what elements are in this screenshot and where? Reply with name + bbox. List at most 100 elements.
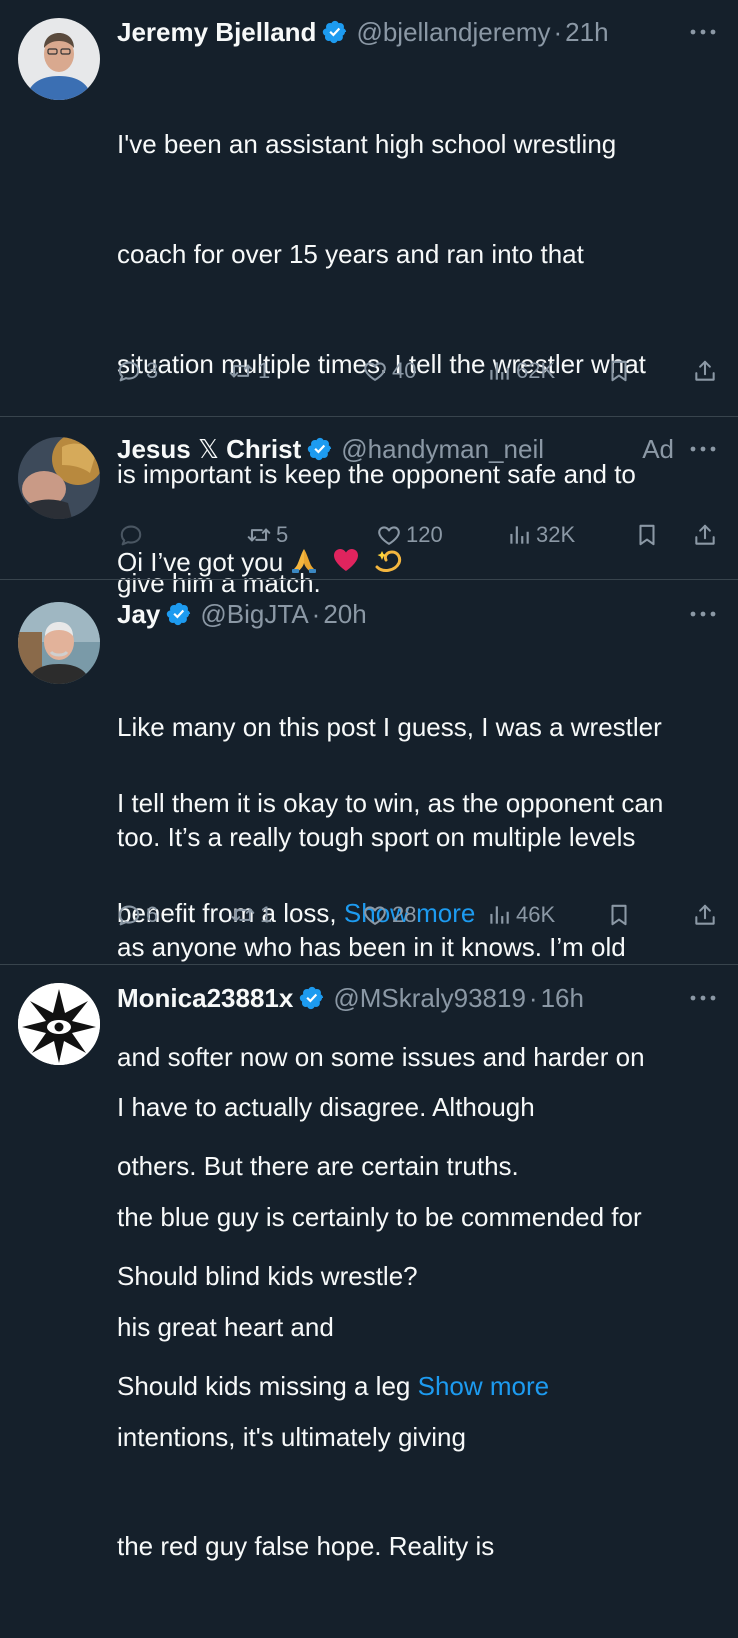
views-icon: [486, 902, 512, 928]
text-line: his great heart and: [117, 1311, 334, 1342]
display-name[interactable]: Jesus 𝕏 Christ: [117, 434, 301, 465]
share-icon: [692, 522, 718, 548]
text-line: Like many on this post I guess, I was a …: [117, 712, 662, 743]
bookmark-button[interactable]: [634, 515, 664, 555]
avatar[interactable]: [18, 437, 100, 519]
retweet-count: 5: [276, 522, 289, 547]
bookmark-icon: [634, 522, 660, 548]
tweet-header: Jesus 𝕏 Christ @handyman_neil Ad: [117, 431, 718, 467]
like-icon: [362, 358, 388, 384]
like-icon: [362, 902, 388, 928]
avatar[interactable]: [18, 983, 100, 1065]
text-line: too. It’s a really tough sport on multip…: [117, 821, 636, 852]
share-button[interactable]: [692, 895, 722, 935]
display-name[interactable]: Jeremy Bjelland: [117, 17, 316, 48]
views-button[interactable]: 46K: [486, 895, 555, 935]
tweet-header: Monica23881x @MSkraly93819 · 16h: [117, 980, 718, 1016]
view-count: 32K: [536, 522, 576, 547]
more-options-icon[interactable]: [688, 609, 718, 619]
separator-dot: ·: [311, 598, 321, 629]
like-button[interactable]: 28: [362, 895, 416, 935]
timestamp[interactable]: 21h: [565, 17, 608, 48]
avatar-image: [18, 437, 100, 519]
share-button[interactable]: [692, 515, 722, 555]
like-icon: [376, 522, 402, 548]
views-icon: [486, 358, 512, 384]
user-handle[interactable]: @MSkraly93819: [333, 983, 526, 1014]
more-options-icon[interactable]: [688, 993, 718, 1003]
views-button[interactable]: 62K: [486, 351, 555, 391]
retweet-count: 1: [260, 902, 273, 927]
view-count: 46K: [516, 902, 556, 927]
separator-dot: ·: [528, 982, 538, 1013]
like-button[interactable]: 40: [362, 351, 416, 391]
retweet-button[interactable]: 1: [230, 895, 272, 935]
tweet-card[interactable]: Jay @BigJTA · 20h Like many on this post…: [0, 580, 738, 1401]
action-bar: 3 1 40 62K: [0, 351, 738, 391]
verified-badge-icon: [299, 985, 325, 1011]
reply-count: 3: [146, 358, 159, 383]
retweet-count: 1: [258, 358, 271, 383]
avatar-image: [18, 983, 100, 1065]
reply-icon: [118, 522, 144, 548]
text-line: I have to actually disagree. Although: [117, 1092, 535, 1123]
retweet-button[interactable]: 1: [228, 351, 270, 391]
retweet-icon: [228, 358, 254, 384]
timestamp[interactable]: 20h: [323, 599, 366, 630]
tweet-card[interactable]: Jeremy Bjelland @bjellandjeremy · 21h I'…: [0, 0, 738, 928]
text-line: I've been an assistant high school wrest…: [117, 129, 617, 160]
text-line: intentions, it's ultimately giving: [117, 1421, 466, 1452]
bookmark-icon: [606, 902, 632, 928]
views-icon: [506, 522, 532, 548]
action-bar: 6 1 28 46K: [0, 895, 738, 935]
avatar[interactable]: [18, 18, 100, 100]
more-options-icon[interactable]: [688, 444, 718, 454]
user-handle[interactable]: @handyman_neil: [341, 434, 544, 465]
tweet-card[interactable]: Monica23881x @MSkraly93819 · 16h I have …: [0, 965, 738, 1561]
user-handle[interactable]: @bjellandjeremy: [356, 17, 550, 48]
x-logo-icon: 𝕏: [197, 433, 219, 464]
avatar[interactable]: [18, 602, 100, 684]
verified-badge-icon: [166, 601, 192, 627]
share-button[interactable]: [692, 351, 722, 391]
ad-label: Ad: [642, 433, 674, 464]
bookmark-button[interactable]: [606, 351, 636, 391]
more-options-icon[interactable]: [688, 27, 718, 37]
action-bar: 5 120 32K: [0, 515, 738, 555]
tweet-header: Jeremy Bjelland @bjellandjeremy · 21h: [117, 14, 718, 50]
like-count: 40: [392, 358, 417, 383]
reply-button[interactable]: 3: [116, 351, 158, 391]
like-count: 120: [406, 522, 443, 547]
verified-badge-icon: [307, 436, 333, 462]
display-name-part: Jesus: [117, 433, 198, 464]
retweet-icon: [246, 522, 272, 548]
display-name[interactable]: Monica23881x: [117, 983, 293, 1014]
reply-count: 6: [146, 902, 159, 927]
share-icon: [692, 902, 718, 928]
display-name[interactable]: Jay: [117, 599, 160, 630]
tweet-card[interactable]: Jesus 𝕏 Christ @handyman_neil Ad Oi I’ve…: [0, 417, 738, 579]
retweet-button[interactable]: 5: [246, 515, 288, 555]
tweet-text: I have to actually disagree. Although th…: [117, 1016, 722, 1638]
retweet-icon: [230, 902, 256, 928]
share-icon: [692, 358, 718, 384]
avatar-image: [18, 602, 100, 684]
tweet-header: Jay @BigJTA · 20h: [117, 596, 718, 632]
text-line: the blue guy is certainly to be commende…: [117, 1201, 642, 1232]
reply-icon: [116, 358, 142, 384]
avatar-image: [18, 18, 100, 100]
like-button[interactable]: 120: [376, 515, 443, 555]
reply-button[interactable]: 6: [116, 895, 158, 935]
reply-button[interactable]: [118, 515, 148, 555]
view-count: 62K: [516, 358, 556, 383]
bookmark-icon: [606, 358, 632, 384]
verified-badge-icon: [322, 19, 348, 45]
text-line: coach for over 15 years and ran into tha…: [117, 238, 584, 269]
bookmark-button[interactable]: [606, 895, 636, 935]
display-name-part: Christ: [218, 433, 302, 464]
separator-dot: ·: [553, 16, 563, 47]
timestamp[interactable]: 16h: [541, 983, 584, 1014]
user-handle[interactable]: @BigJTA: [200, 599, 308, 630]
reply-icon: [116, 902, 142, 928]
views-button[interactable]: 32K: [506, 515, 575, 555]
